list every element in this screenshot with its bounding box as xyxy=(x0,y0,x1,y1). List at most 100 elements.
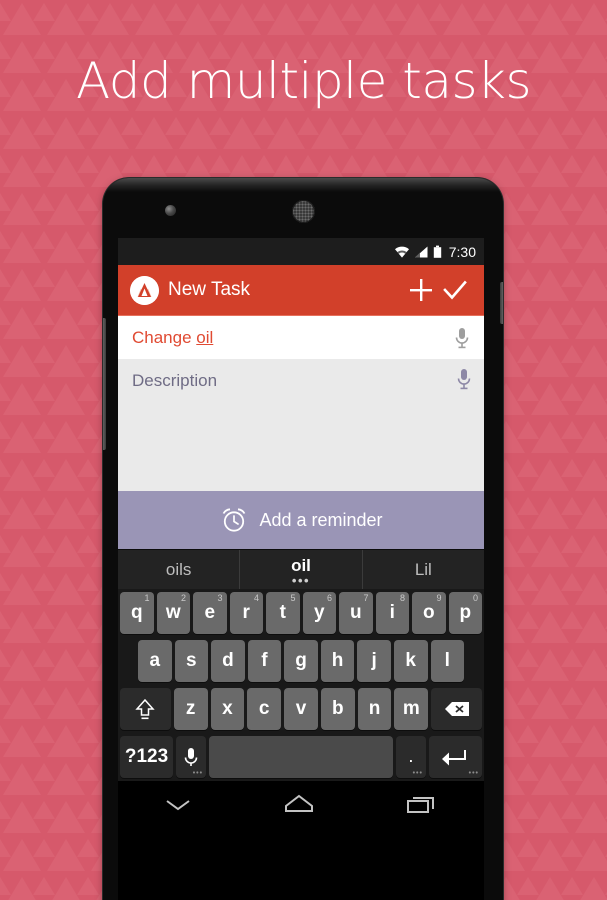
key-p[interactable]: p0 xyxy=(448,592,482,634)
key-label: q xyxy=(130,602,143,623)
hide-keyboard-icon[interactable] xyxy=(159,793,197,815)
backspace-key-icon xyxy=(444,702,469,716)
key-label: y xyxy=(313,602,325,623)
key-e[interactable]: e3 xyxy=(193,592,227,634)
key-n[interactable]: n xyxy=(357,688,392,730)
key-i[interactable]: i8 xyxy=(375,592,409,634)
backspace-key[interactable] xyxy=(431,688,482,730)
task-title-value: Change oil xyxy=(132,327,214,347)
key-number: 2 xyxy=(180,593,186,603)
key-number: 5 xyxy=(290,593,296,603)
home-icon[interactable] xyxy=(278,791,320,817)
status-bar: 7:30 xyxy=(118,238,484,265)
add-reminder-button[interactable]: Add a reminder xyxy=(118,491,484,549)
suggestion-item[interactable]: oils xyxy=(118,550,239,589)
shift-key[interactable] xyxy=(120,688,171,730)
microphone-key-icon xyxy=(184,748,198,766)
battery-icon xyxy=(433,245,441,258)
key-number: 7 xyxy=(363,593,369,603)
enter-key[interactable]: ••• xyxy=(428,736,482,778)
recent-apps-icon[interactable] xyxy=(401,791,443,817)
key-a[interactable]: a xyxy=(138,640,172,682)
key-number: 9 xyxy=(436,593,442,603)
key-number: 3 xyxy=(217,593,223,603)
key-g[interactable]: g xyxy=(284,640,318,682)
key-v[interactable]: v xyxy=(284,688,318,730)
key-more-indicator: ••• xyxy=(468,770,479,777)
key-d[interactable]: d xyxy=(211,640,245,682)
suggestion-strip: oils oil ••• Lil xyxy=(118,549,484,589)
suggestion-item[interactable]: Lil xyxy=(361,550,484,589)
volume-button[interactable] xyxy=(103,318,106,450)
key-number: 8 xyxy=(399,593,405,603)
key-number: 6 xyxy=(326,593,332,603)
shift-key-icon xyxy=(135,698,156,720)
navigation-bar xyxy=(118,781,484,827)
key-label: e xyxy=(204,602,216,623)
key-z[interactable]: z xyxy=(173,688,208,730)
key-label: r xyxy=(242,602,250,623)
task-description-placeholder: Description xyxy=(132,371,218,390)
app-bar: New Task xyxy=(118,265,484,315)
suggestion-label: Lil xyxy=(414,559,432,579)
key-c[interactable]: c xyxy=(247,688,282,730)
key-label: i xyxy=(389,602,395,623)
key-o[interactable]: o9 xyxy=(412,592,446,634)
enter-key-icon xyxy=(442,750,467,766)
alarm-clock-icon xyxy=(223,508,246,532)
key-label: p xyxy=(459,602,472,623)
key-label: t xyxy=(279,602,286,623)
key-s[interactable]: s xyxy=(174,640,209,682)
mic-key[interactable]: ••• xyxy=(176,736,207,778)
page-title: Add multiple tasks xyxy=(75,52,532,110)
microphone-icon[interactable] xyxy=(454,326,470,350)
front-camera-icon xyxy=(165,205,176,216)
symbols-key[interactable]: ?123 xyxy=(120,736,174,778)
key-label: o xyxy=(422,602,435,623)
wifi-icon xyxy=(394,246,409,257)
earpiece-speaker-icon xyxy=(292,200,315,223)
key-number: 0 xyxy=(472,593,478,603)
key-more-indicator: ••• xyxy=(192,770,204,777)
app-logo-icon[interactable] xyxy=(130,275,159,305)
keyboard-row-3: z x c v b n m xyxy=(118,685,484,733)
key-label: w xyxy=(165,602,181,623)
phone-screen: 7:30 New Task Change oil Description Add… xyxy=(118,238,484,900)
add-reminder-label: Add a reminder xyxy=(259,509,383,530)
key-more-indicator: ••• xyxy=(412,770,423,777)
key-number: 4 xyxy=(253,593,259,603)
task-description-input[interactable]: Description xyxy=(118,359,484,491)
space-key[interactable] xyxy=(209,736,393,778)
key-r[interactable]: r4 xyxy=(229,592,263,634)
key-q[interactable]: q1 xyxy=(120,592,154,634)
status-bar-clock: 7:30 xyxy=(448,243,476,260)
suggestion-item[interactable]: oil ••• xyxy=(239,550,361,589)
add-task-button[interactable] xyxy=(404,273,438,307)
key-x[interactable]: x xyxy=(210,688,245,730)
task-title-input[interactable]: Change oil xyxy=(118,315,484,359)
period-key[interactable]: . ••• xyxy=(395,736,426,778)
key-u[interactable]: u7 xyxy=(339,592,373,634)
key-w[interactable]: w2 xyxy=(156,592,190,634)
soft-keyboard: oils oil ••• Lil q1 w2 e3 r4 t5 y6 u7 i8 xyxy=(118,549,484,781)
key-t[interactable]: t5 xyxy=(266,592,300,634)
key-f[interactable]: f xyxy=(247,640,282,682)
key-label: u xyxy=(349,602,362,623)
phone-mockup: 7:30 New Task Change oil Description Add… xyxy=(103,178,503,900)
key-label: . xyxy=(409,749,413,765)
key-l[interactable]: l xyxy=(430,640,465,682)
key-m[interactable]: m xyxy=(394,688,429,730)
suggestion-more-icon[interactable]: ••• xyxy=(292,574,310,587)
power-button[interactable] xyxy=(500,282,503,324)
key-j[interactable]: j xyxy=(357,640,391,682)
key-k[interactable]: k xyxy=(393,640,428,682)
key-b[interactable]: b xyxy=(320,688,355,730)
key-y[interactable]: y6 xyxy=(302,592,336,634)
keyboard-row-1: q1 w2 e3 r4 t5 y6 u7 i8 o9 p0 xyxy=(118,589,484,637)
cellular-signal-icon xyxy=(414,246,428,257)
key-number: 1 xyxy=(144,593,150,603)
phone-top-bezel xyxy=(103,178,503,192)
microphone-icon[interactable] xyxy=(456,367,472,391)
key-h[interactable]: h xyxy=(320,640,355,682)
save-task-button[interactable] xyxy=(438,273,472,307)
